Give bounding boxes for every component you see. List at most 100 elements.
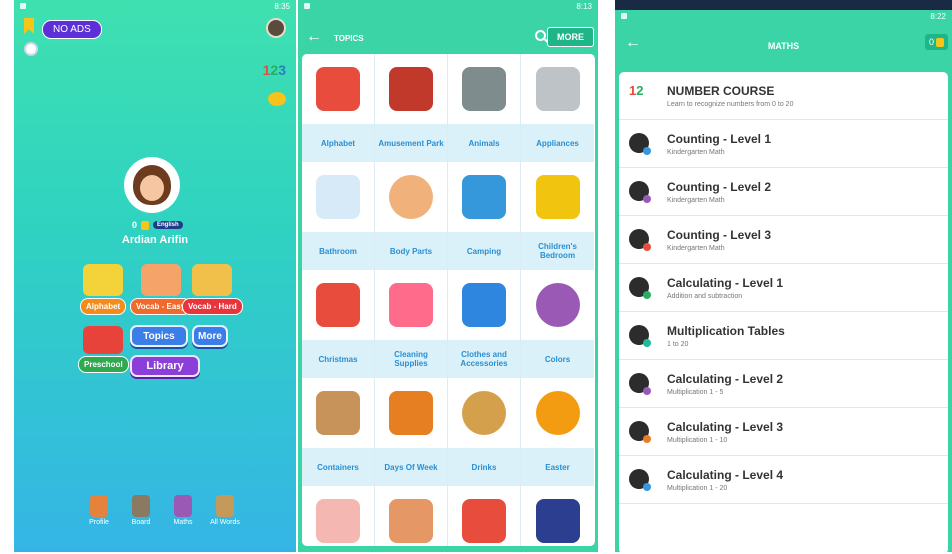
status-bar: 8:13 [298, 0, 598, 14]
color-palette-icon [535, 283, 580, 327]
nav-board[interactable]: Board [126, 495, 156, 526]
topic-label: Containers [302, 448, 374, 486]
course-subtitle: Multiplication 1 - 5 [667, 389, 724, 396]
counting-dots-icon [629, 133, 651, 155]
notification-icon [304, 3, 310, 9]
small-avatar-icon[interactable] [24, 42, 38, 56]
vocab-hard-tile[interactable]: Vocab - Hard [182, 264, 243, 315]
course-item[interactable]: Counting - Level 3 Kindergarten Math [619, 216, 948, 264]
coin-icon[interactable] [268, 92, 286, 106]
course-title: Calculating - Level 2 [667, 372, 784, 386]
preschool-label: Preschool [78, 356, 129, 373]
search-icon[interactable] [535, 30, 546, 41]
topics-row: Alphabet Amusement Park Animals Applianc… [302, 54, 595, 162]
topic-label: Appliances [521, 124, 594, 162]
dress-icon [462, 283, 506, 327]
flags-icon [535, 499, 580, 543]
profile-icon [90, 495, 108, 517]
more-button[interactable]: More [192, 325, 228, 347]
course-title: Counting - Level 2 [667, 180, 772, 194]
face-icon [389, 175, 433, 219]
profile-avatar[interactable] [124, 157, 180, 213]
dustpan-icon [389, 283, 433, 327]
topics-button[interactable]: Topics [130, 325, 188, 347]
nav-all-words[interactable]: All Words [210, 495, 240, 526]
topics-row: Bathroom Body Parts Camping Children's B… [302, 162, 595, 270]
topic-flags[interactable] [521, 486, 594, 546]
topic-colors[interactable]: Colors [521, 270, 594, 378]
home-screen: 8:35 NO ADS 123 0 English Ardian Arifin … [14, 0, 296, 552]
topic-label: Drinks [448, 448, 520, 486]
course-subtitle: Learn to recognize numbers from 0 to 20 [667, 101, 794, 108]
topic-amusement-park[interactable]: Amusement Park [375, 54, 448, 162]
topic-people[interactable] [375, 486, 448, 546]
course-item[interactable]: Multiplication Tables 1 to 20 [619, 312, 948, 360]
topic-label: Animals [448, 124, 520, 162]
tea-cup-icon [462, 391, 506, 435]
topic-clothes-and-accessories[interactable]: Clothes and Accessories [448, 270, 521, 378]
numbers-icon[interactable]: 123 [263, 62, 286, 78]
course-item[interactable]: 12 NUMBER COURSE Learn to recognize numb… [619, 72, 948, 120]
hydrant-icon [462, 499, 506, 543]
topic-family[interactable] [302, 486, 375, 546]
bookmark-icon[interactable] [24, 18, 34, 34]
maths-header: ← MATHS 0 [615, 10, 952, 65]
owl-icon[interactable] [266, 18, 286, 38]
multiplication-table-icon [629, 325, 651, 347]
topic-label: Body Parts [375, 232, 447, 270]
course-item[interactable]: Calculating - Level 1 Addition and subtr… [619, 264, 948, 312]
topic-animals[interactable]: Animals [448, 54, 521, 162]
course-title: Calculating - Level 1 [667, 276, 784, 290]
topic-cleaning-supplies[interactable]: Cleaning Supplies [375, 270, 448, 378]
bottom-nav: Profile Board Maths All Words [84, 495, 240, 526]
counting-dots-icon [629, 181, 651, 203]
topic-christmas[interactable]: Christmas [302, 270, 375, 378]
topic-alphabet[interactable]: Alphabet [302, 54, 375, 162]
topic-bathroom[interactable]: Bathroom [302, 162, 375, 270]
calendar-icon [389, 391, 433, 435]
nav-profile-label: Profile [89, 519, 109, 526]
preschool-tile[interactable]: Preschool [78, 326, 129, 373]
score-badge[interactable]: 0 [924, 34, 948, 50]
alphabet-label: Alphabet [80, 298, 127, 315]
more-button[interactable]: MORE [547, 27, 594, 47]
alphabet-icon [83, 264, 124, 296]
box-icon [316, 391, 360, 435]
status-time: 8:35 [274, 2, 290, 11]
score-value: 0 [928, 37, 934, 47]
topic-easter[interactable]: Easter [521, 378, 594, 486]
language-badge[interactable]: English [153, 221, 183, 229]
all-words-icon [216, 495, 234, 517]
vocab-easy-icon [140, 264, 181, 296]
maths-screen: 8:22 ← MATHS 0 12 NUMBER COURSE Learn to… [615, 0, 952, 552]
page-title: TOPICS [334, 34, 364, 43]
topic-days-of-week[interactable]: Days Of Week [375, 378, 448, 486]
topic-label: Amusement Park [375, 124, 447, 162]
library-button[interactable]: Library [130, 355, 200, 377]
topics-row: Containers Days Of Week Drinks Easter [302, 378, 595, 486]
topic-drinks[interactable]: Drinks [448, 378, 521, 486]
course-item[interactable]: Calculating - Level 4 Multiplication 1 -… [619, 456, 948, 504]
topic-appliances[interactable]: Appliances [521, 54, 594, 162]
topic-containers[interactable]: Containers [302, 378, 375, 486]
topic-camping[interactable]: Camping [448, 162, 521, 270]
course-subtitle: Multiplication 1 - 20 [667, 485, 728, 492]
course-item[interactable]: Calculating - Level 2 Multiplication 1 -… [619, 360, 948, 408]
course-item[interactable]: Calculating - Level 3 Multiplication 1 -… [619, 408, 948, 456]
course-item[interactable]: Counting - Level 1 Kindergarten Math [619, 120, 948, 168]
back-arrow-icon[interactable]: ← [306, 28, 322, 46]
alphabet-tile[interactable]: Alphabet [80, 264, 127, 315]
course-subtitle: 1 to 20 [667, 341, 689, 348]
no-ads-button[interactable]: NO ADS [42, 20, 102, 39]
course-item[interactable]: Counting - Level 2 Kindergarten Math [619, 168, 948, 216]
topics-grid: Alphabet Amusement Park Animals Applianc… [302, 54, 595, 546]
carousel-icon [389, 67, 433, 111]
topic-fire-hydrant[interactable] [448, 486, 521, 546]
nav-profile[interactable]: Profile [84, 495, 114, 526]
topic-label: Camping [448, 232, 520, 270]
toy-box-icon [535, 175, 580, 219]
topics-screen: 8:13 ← TOPICS MORE Alphabet Amusement Pa… [298, 0, 598, 552]
topic-body-parts[interactable]: Body Parts [375, 162, 448, 270]
topic-childrens-bedroom[interactable]: Children's Bedroom [521, 162, 594, 270]
nav-maths[interactable]: Maths [168, 495, 198, 526]
